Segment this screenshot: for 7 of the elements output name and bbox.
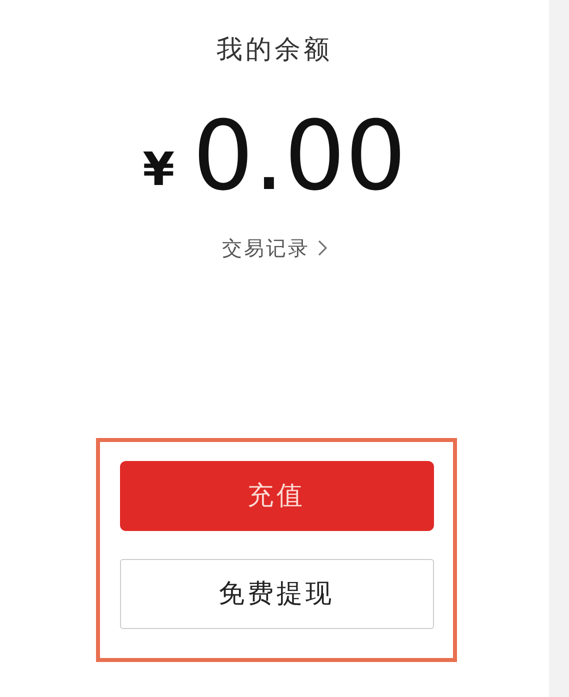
balance-amount: 0.00 [192,108,406,204]
transaction-records-link[interactable]: 交易记录 [222,234,327,262]
page-title: 我的余额 [216,34,332,67]
recharge-button[interactable]: 充值 [120,461,434,531]
chevron-right-icon [318,240,327,256]
withdraw-button[interactable]: 免费提现 [120,559,434,629]
currency-symbol: ¥ [142,144,175,194]
